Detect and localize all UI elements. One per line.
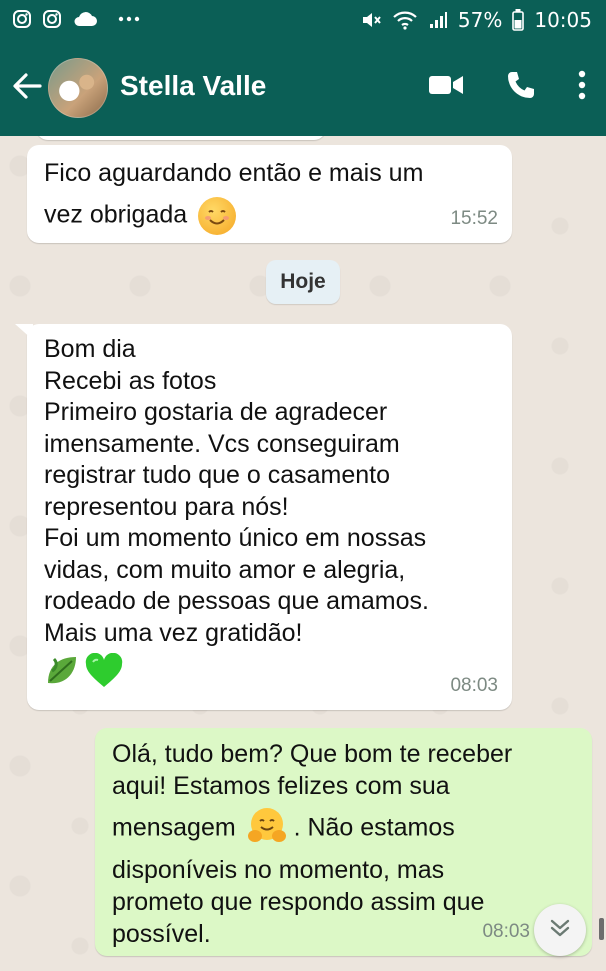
green-heart-icon xyxy=(84,652,124,698)
message-text: imensamente. Vcs conseguiram xyxy=(44,429,400,458)
scroll-to-bottom-button[interactable] xyxy=(534,904,586,956)
scrollbar[interactable] xyxy=(599,918,604,940)
message-bubble-outgoing[interactable]: Olá, tudo bem? Que bom te receber aqui! … xyxy=(95,728,592,956)
message-bubble-incoming[interactable]: Fico aguardando então e mais um vez obri… xyxy=(27,145,512,243)
avatar[interactable] xyxy=(48,58,108,118)
hugging-face-icon xyxy=(247,806,287,852)
message-bubble-incoming[interactable]: Bom dia Recebi as fotos Primeiro gostari… xyxy=(15,324,512,710)
message-text: Foi um momento único em nossas xyxy=(44,524,427,552)
battery-icon xyxy=(512,9,525,31)
wifi-icon xyxy=(392,9,418,31)
message-text: Bom dia xyxy=(44,335,136,363)
message-text: Primeiro gostaria de agradecer xyxy=(44,398,388,426)
message-text: possível. xyxy=(112,920,211,948)
instagram-icon xyxy=(12,9,32,29)
status-bar: 57% 10:05 xyxy=(0,0,606,42)
more-notifications-icon xyxy=(118,16,140,22)
video-call-icon[interactable] xyxy=(428,73,464,97)
signal-icon xyxy=(428,10,448,30)
chat-area[interactable]: Fico aguardando então e mais um vez obri… xyxy=(0,136,606,971)
message-text: Fico aguardando então e mais um xyxy=(44,159,424,187)
battery-percent: 57% xyxy=(457,8,503,32)
clock: 10:05 xyxy=(534,8,592,32)
message-bubble-partial xyxy=(36,136,326,140)
smiling-face-icon xyxy=(198,197,237,235)
message-time: 15:52 xyxy=(450,208,498,229)
message-text: vez obrigada xyxy=(44,200,188,229)
message-text: registrar tudo que o casamento xyxy=(44,461,391,489)
mute-icon xyxy=(360,9,382,31)
message-text: mensagem xyxy=(112,813,236,842)
cloud-icon xyxy=(72,10,98,28)
message-text: disponíveis no momento, mas xyxy=(112,856,445,884)
more-options-icon[interactable] xyxy=(578,70,586,100)
date-separator: Hoje xyxy=(266,260,340,304)
bubble-tail xyxy=(15,324,33,340)
phone-call-icon[interactable] xyxy=(506,70,536,100)
message-text: prometo que respondo assim que xyxy=(112,888,485,916)
message-time: 08:03 xyxy=(482,921,530,942)
instagram-icon xyxy=(42,9,62,29)
double-chevron-down-icon xyxy=(549,918,571,942)
contact-name[interactable]: Stella Valle xyxy=(120,70,266,102)
chat-header: Stella Valle xyxy=(0,42,606,136)
message-text: Mais uma vez gratidão! xyxy=(44,618,303,647)
message-text: vidas, com muito amor e alegria, xyxy=(44,555,406,584)
back-arrow-icon[interactable] xyxy=(12,72,42,100)
message-time: 08:03 xyxy=(450,675,498,696)
message-text: Olá, tudo bem? Que bom te receber xyxy=(112,740,513,768)
message-text: Recebi as fotos xyxy=(44,366,217,395)
app-header: 57% 10:05 Stella Valle xyxy=(0,0,606,136)
message-text: rodeado de pessoas que amamos. xyxy=(44,587,429,615)
message-text: aqui! Estamos felizes com sua xyxy=(112,772,450,800)
leaf-icon xyxy=(44,653,80,698)
message-text: representou para nós! xyxy=(44,492,289,521)
message-text: . Não estamos xyxy=(293,813,455,842)
